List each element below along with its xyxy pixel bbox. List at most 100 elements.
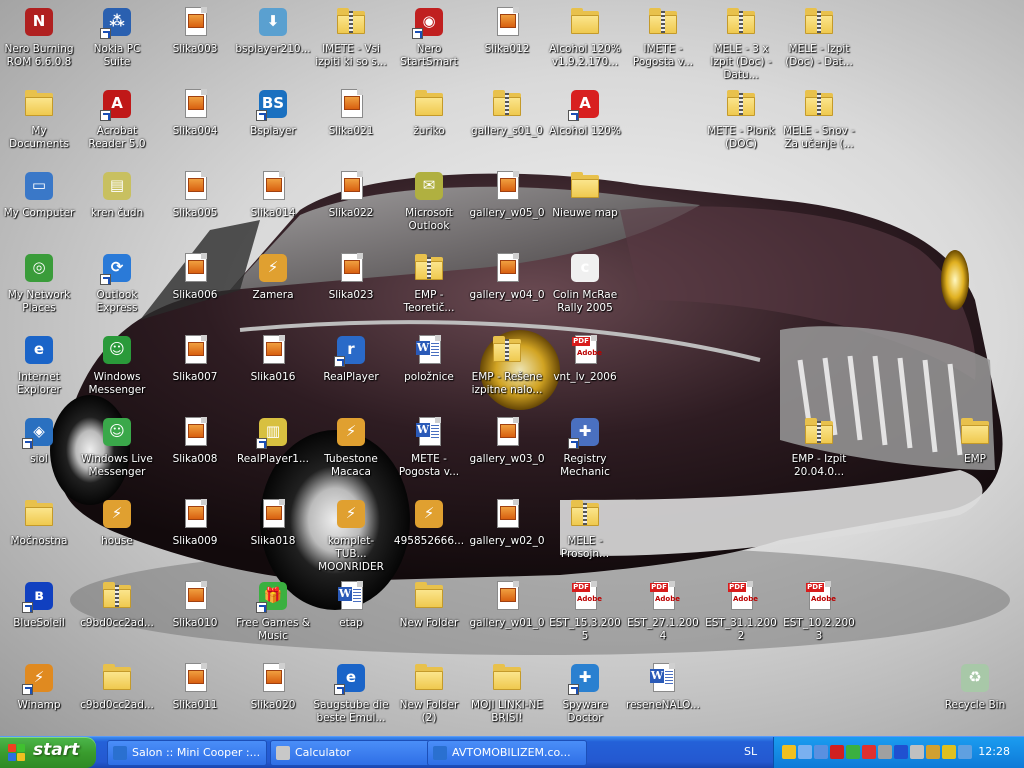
desktop-icon[interactable]: Slika007 [156,330,234,410]
desktop-icon[interactable]: c Colin McRae Rally 2005 [546,248,624,328]
desktop-icon[interactable]: IMETE - Pogosta v... [624,2,702,82]
desktop-icon[interactable]: ▥ RealPlayer1... [234,412,312,492]
taskbar-button[interactable]: AVTOMOBILIZEM.co... [427,740,587,766]
desktop-icon[interactable]: A Alcohol 120% [546,84,624,164]
desktop-icon[interactable]: A Acrobat Reader 5.0 [78,84,156,164]
language-indicator[interactable]: SL [744,745,757,758]
antivirus-icon[interactable] [862,745,876,759]
desktop-icon[interactable]: ⚡ house [78,494,156,574]
desktop-icon[interactable]: EMP - Rešene izpitne nalo... [468,330,546,410]
desktop-icon[interactable]: New Folder (2) [390,658,468,736]
desktop[interactable]: N Nero Burning ROM 6.6.0.8 My Documents ▭ My… [0,0,1024,736]
messenger-icon[interactable] [846,745,860,759]
user-icon[interactable] [958,745,972,759]
taskbar-button[interactable]: Salon :: Mini Cooper :... [107,740,267,766]
desktop-icon[interactable]: gallery_w03_0 [468,412,546,492]
desktop-icon[interactable]: PDF Adobe EST_27.1.2004 [624,576,702,656]
desktop-icon[interactable]: MELE - Prosojn... [546,494,624,574]
desktop-icon[interactable]: Slika020 [234,658,312,736]
desktop-icon[interactable]: Slika004 [156,84,234,164]
desktop-icon[interactable]: ♻ Recycle Bin [936,658,1014,736]
desktop-icon[interactable]: Močnostna [0,494,78,574]
desktop-icon[interactable]: EMP - Izpit 20.04.0... [780,412,858,492]
desktop-icon[interactable]: Slika003 [156,2,234,82]
desktop-icon[interactable]: e Saugstube die beste Emul... [312,658,390,736]
desktop-icon[interactable]: Slika005 [156,166,234,246]
desktop-icon[interactable]: gallery_w02_0 [468,494,546,574]
desktop-icon[interactable]: IMETE - Vsi izpiti ki so s... [312,2,390,82]
desktop-icon[interactable]: MELE - Izpit (Doc) - Dat... [780,2,858,82]
desktop-icon[interactable]: ☺ Windows Live Messenger [78,412,156,492]
desktop-icon[interactable]: c9bd0cc2ad... [78,658,156,736]
desktop-icon[interactable]: Nieuwe map [546,166,624,246]
desktop-icon[interactable]: ⁂ Nokia PC Suite [78,2,156,82]
desktop-icon[interactable]: ◉ Nero StartSmart [390,2,468,82]
desktop-icon[interactable]: ʙ BlueSoleil [0,576,78,656]
desktop-icon[interactable]: ⚡ Tubestone Macaca [312,412,390,492]
desktop-icon[interactable]: ✚ Registry Mechanic [546,412,624,492]
desktop-icon[interactable]: Wetap [312,576,390,656]
desktop-icon[interactable]: PDF Adobe vnt_lv_2006 [546,330,624,410]
desktop-icon[interactable]: Slika006 [156,248,234,328]
bluetooth-icon[interactable] [894,745,908,759]
desktop-icon[interactable]: c9bd0cc2ad... [78,576,156,656]
desktop-icon[interactable]: ▤ kren čudn [78,166,156,246]
desktop-icon[interactable]: My Documents [0,84,78,164]
desktop-icon[interactable]: ◈ siol [0,412,78,492]
desktop-icon[interactable]: Slika018 [234,494,312,574]
desktop-icon[interactable]: W METE - Pogosta v... [390,412,468,492]
desktop-icon[interactable]: ⟳ Outlook Express [78,248,156,328]
desktop-icon[interactable]: ◎ My Network Places [0,248,78,328]
desktop-icon[interactable]: ⚡ komplet-TUB... MOONRIDER [312,494,390,574]
desktop-icon[interactable]: Slika022 [312,166,390,246]
desktop-icon[interactable]: ☺ Windows Messenger [78,330,156,410]
desktop-icon[interactable]: MOJI LINKI-NE BRISI! [468,658,546,736]
desktop-icon[interactable]: BS Bsplayer [234,84,312,164]
desktop-icon[interactable]: Slika011 [156,658,234,736]
desktop-icon[interactable]: N Nero Burning ROM 6.6.0.8 [0,2,78,82]
desktop-icon[interactable]: ▭ My Computer [0,166,78,246]
desktop-icon[interactable]: ⬇ bsplayer210... [234,2,312,82]
desktop-icon[interactable]: PDF Adobe EST_10.2.2003 [780,576,858,656]
desktop-icon[interactable]: Slika008 [156,412,234,492]
desktop-icon[interactable]: METE - Plonk (DOC) [702,84,780,164]
monitor-icon[interactable] [814,745,828,759]
desktop-icon[interactable]: Slika021 [312,84,390,164]
power-icon[interactable] [942,745,956,759]
desktop-icon[interactable]: ✉ Microsoft Outlook [390,166,468,246]
desktop-icon[interactable]: WreseneNALO... [624,658,702,736]
desktop-icon[interactable]: ✚ Spyware Doctor [546,658,624,736]
speaker-icon[interactable] [910,745,924,759]
clock[interactable]: 12:28 [978,745,1010,758]
desktop-icon[interactable]: Slika009 [156,494,234,574]
start-button[interactable]: start [0,737,96,768]
desktop-icon[interactable]: Slika012 [468,2,546,82]
desktop-icon[interactable]: New Folder [390,576,468,656]
wrench-icon[interactable] [878,745,892,759]
desktop-icon[interactable]: MELE - 3 x Izpit (Doc) - Datu... [702,2,780,82]
desktop-icon[interactable]: gallery_w04_0 [468,248,546,328]
desktop-icon[interactable]: Slika014 [234,166,312,246]
desktop-icon[interactable]: MELE - Snov - Za učenje (... [780,84,858,164]
desktop-icon[interactable]: r RealPlayer [312,330,390,410]
desktop-icon[interactable]: 🎁 Free Games & Music [234,576,312,656]
desktop-icon[interactable]: žuriko [390,84,468,164]
desktop-icon[interactable]: Slika016 [234,330,312,410]
desktop-icon[interactable]: ⚡ Winamp [0,658,78,736]
desktop-icon[interactable]: ⚡ 495852666... [390,494,468,574]
taskbar-button[interactable]: Calculator [270,740,430,766]
desktop-icon[interactable]: Slika010 [156,576,234,656]
desktop-icon[interactable]: ⚡ Zamera [234,248,312,328]
desktop-icon[interactable]: Wpoložnice [390,330,468,410]
shield-icon[interactable] [782,745,796,759]
desktop-icon[interactable]: gallery_w01_0 [468,576,546,656]
desktop-icon[interactable]: gallery_s01_0 [468,84,546,164]
desktop-icon[interactable]: e Internet Explorer [0,330,78,410]
desktop-icon[interactable]: EMP [936,412,1014,492]
desktop-icon[interactable]: Alcohol 120% v1.9.2.170... [546,2,624,82]
desktop-icon[interactable]: PDF Adobe EST_15.3.2005 [546,576,624,656]
nero-icon[interactable] [830,745,844,759]
desktop-icon[interactable]: PDF Adobe EST_31.1.2002 [702,576,780,656]
network-icon[interactable] [798,745,812,759]
desktop-icon[interactable]: EMP - Teoretič... [390,248,468,328]
